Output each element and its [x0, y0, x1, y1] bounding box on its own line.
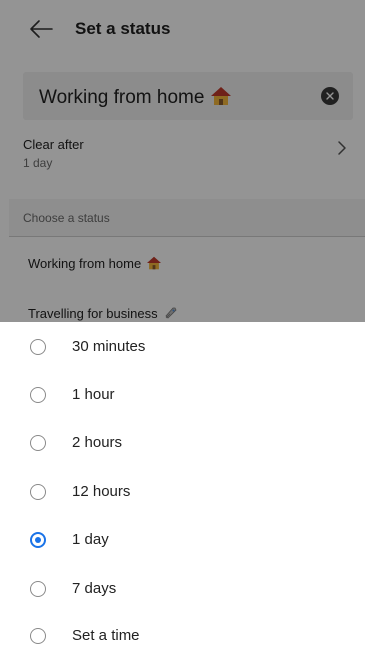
duration-option-label: Set a time — [72, 627, 140, 644]
duration-option-1-day[interactable]: 1 day — [0, 516, 365, 564]
screen: Set a status Working from home Clear aft… — [0, 0, 365, 646]
duration-option-label: 30 minutes — [72, 338, 146, 355]
duration-option-label: 1 day — [72, 531, 109, 548]
duration-option-30-minutes[interactable]: 30 minutes — [0, 323, 365, 371]
radio-button[interactable] — [30, 339, 46, 355]
duration-option-2-hours[interactable]: 2 hours — [0, 419, 365, 467]
duration-option-set-a-time[interactable]: Set a time — [0, 612, 365, 646]
radio-button-selected[interactable] — [30, 532, 46, 548]
radio-button[interactable] — [30, 435, 46, 451]
duration-option-label: 7 days — [72, 580, 117, 597]
radio-selected-dot — [35, 537, 41, 543]
radio-button[interactable] — [30, 484, 46, 500]
duration-option-7-days[interactable]: 7 days — [0, 565, 365, 613]
radio-button[interactable] — [30, 628, 46, 644]
duration-option-label: 2 hours — [72, 434, 123, 451]
duration-option-label: 1 hour — [72, 386, 115, 403]
duration-option-1-hour[interactable]: 1 hour — [0, 371, 365, 419]
duration-option-12-hours[interactable]: 12 hours — [0, 468, 365, 516]
duration-option-label: 12 hours — [72, 483, 131, 500]
radio-button[interactable] — [30, 387, 46, 403]
clear-after-sheet: 30 minutes 1 hour 2 hours 12 hours 1 day… — [0, 322, 365, 646]
radio-button[interactable] — [30, 581, 46, 597]
